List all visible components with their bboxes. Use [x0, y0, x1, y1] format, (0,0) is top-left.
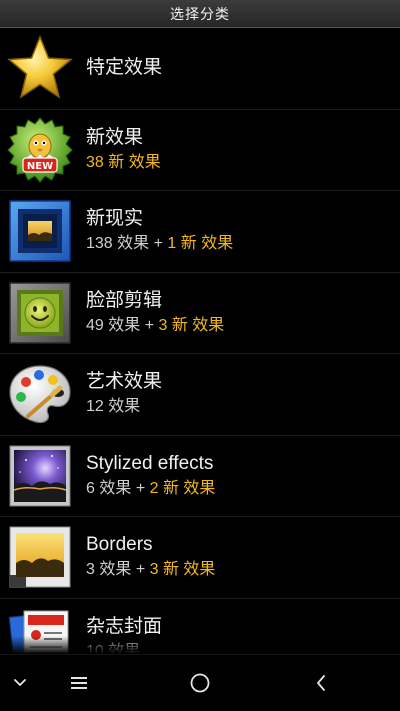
category-subtitle: 10 效果	[86, 641, 390, 654]
smiley-frame-icon	[6, 279, 74, 347]
plus-sign: +	[135, 479, 146, 497]
galaxy-landscape-icon	[6, 442, 74, 510]
category-subtitle: 6 效果 + 2 新 效果	[86, 478, 390, 500]
category-row-face-cut[interactable]: 脸部剪辑 49 效果 + 3 新 效果	[0, 273, 400, 354]
new-count: 3	[149, 561, 159, 579]
new-label: 新 效果	[108, 153, 161, 171]
new-count: 38	[86, 153, 104, 171]
category-subtitle: 138 效果 + 1 新 效果	[86, 233, 390, 255]
category-title: 杂志封面	[86, 615, 163, 637]
new-count: 3	[158, 316, 168, 334]
category-title: 特定效果	[86, 57, 163, 79]
category-row-art-effects[interactable]: 艺术效果 12 效果	[0, 354, 400, 436]
category-row-stylized-effects[interactable]: Stylized effects 6 效果 + 2 新 效果	[0, 436, 400, 517]
category-subtitle: 3 效果 + 3 新 效果	[86, 559, 390, 581]
category-title: 脸部剪辑	[86, 289, 163, 311]
effect-count: 3 效果	[86, 561, 132, 579]
category-row-new-effects[interactable]: NEW 新效果 38 新 效果	[0, 110, 400, 191]
page-title: 选择分类	[170, 5, 230, 22]
category-row-new-reality[interactable]: 新现实 138 效果 + 1 新 效果	[0, 191, 400, 273]
category-title: 新现实	[86, 208, 144, 230]
new-label: 新 效果	[162, 561, 216, 579]
svg-text:NEW: NEW	[27, 161, 53, 172]
new-label: 新 效果	[180, 235, 234, 253]
category-title: Stylized effects	[86, 452, 214, 474]
plus-sign: +	[153, 235, 163, 253]
category-row-special-effects[interactable]: 特定效果	[0, 28, 400, 110]
menu-icon[interactable]	[64, 668, 94, 698]
star-icon	[6, 34, 74, 102]
plus-sign: +	[135, 561, 146, 579]
navigation-bar	[0, 654, 400, 711]
category-subtitle: 38 新 效果	[86, 152, 390, 174]
plus-sign: +	[144, 316, 155, 334]
category-title: 新效果	[86, 126, 144, 148]
effect-count: 6 效果	[86, 479, 132, 497]
category-row-borders[interactable]: Borders 3 效果 + 3 新 效果	[0, 517, 400, 599]
category-subtitle: 12 效果	[86, 396, 390, 418]
app-screen: 选择分类 特定效果 NEW 新效果 38 新 效果 新现实 138 效果 + 1…	[0, 0, 400, 711]
back-icon[interactable]	[306, 668, 336, 698]
category-subtitle: 49 效果 + 3 新 效果	[86, 315, 390, 337]
effect-count: 10 效果	[86, 642, 141, 654]
framed-picture-icon	[6, 197, 74, 265]
title-bar: 选择分类	[0, 0, 400, 28]
effect-count: 12 效果	[86, 398, 141, 416]
effect-count: 138 效果	[86, 235, 150, 253]
category-list: 特定效果 NEW 新效果 38 新 效果 新现实 138 效果 + 1 新 效果…	[0, 28, 400, 654]
new-count: 2	[149, 479, 159, 497]
magazine-cover-icon	[6, 605, 74, 654]
category-row-magazine-cover[interactable]: 杂志封面 10 效果	[0, 599, 400, 654]
category-title: 艺术效果	[86, 371, 163, 393]
border-photo-icon	[6, 523, 74, 591]
new-badge-icon: NEW	[6, 116, 74, 184]
chevron-down-icon[interactable]	[5, 668, 35, 698]
effect-count: 49 效果	[86, 316, 141, 334]
new-count: 1	[167, 235, 177, 253]
new-label: 新 效果	[171, 316, 225, 334]
home-circle-icon[interactable]	[185, 668, 215, 698]
art-palette-icon	[6, 360, 74, 428]
new-label: 新 效果	[162, 479, 216, 497]
category-title: Borders	[86, 534, 153, 556]
